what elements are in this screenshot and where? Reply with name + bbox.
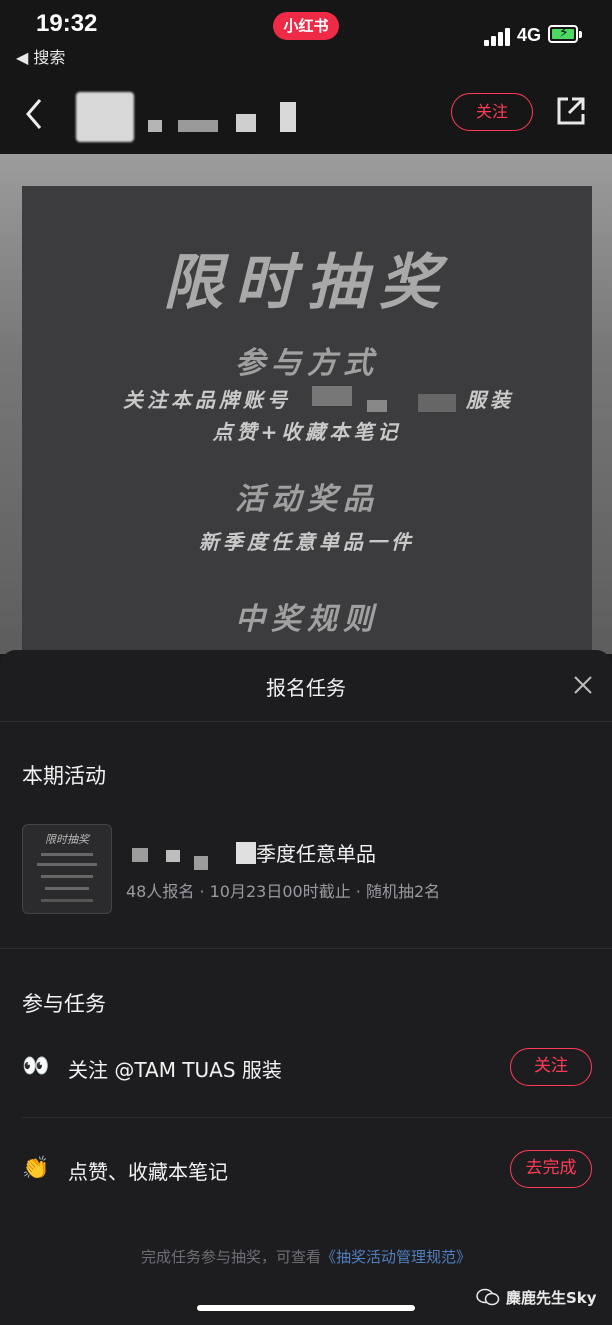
poster-join-line2: 点赞+收藏本笔记: [212, 420, 402, 444]
back-to-app-link[interactable]: ◀ 搜索: [16, 44, 65, 68]
poster-title: 限时抽奖: [163, 248, 451, 318]
wechat-icon: [476, 1288, 500, 1306]
task-row-follow: 👀 关注 @TAM TUAS 服装 关注: [22, 1048, 592, 1088]
thumbnail-title: 限时抽奖: [45, 833, 89, 846]
task-follow-button[interactable]: 关注: [510, 1048, 592, 1086]
battery-tip: [579, 31, 582, 38]
network-type: 4G: [517, 25, 542, 45]
share-icon[interactable]: [554, 94, 588, 128]
activity-title-blurred: [132, 848, 148, 862]
battery-icon: ⚡: [548, 25, 578, 43]
author-name-blurred-4: [280, 102, 296, 132]
task-complete-button[interactable]: 去完成: [510, 1150, 592, 1188]
poster-blurred-brand: [312, 386, 352, 406]
activity-title-blurred-3: [194, 856, 208, 870]
lottery-rules-link[interactable]: 《抽奖活动管理规范》: [321, 1248, 471, 1266]
activity-meta: 48人报名 · 10月23日00时截止 · 随机抽2名: [126, 882, 441, 901]
post-image[interactable]: 限时抽奖 参与方式 关注本品牌账号 服装 点赞+收藏本笔记 活动奖品 新季度任意…: [0, 154, 612, 654]
chevron-left-icon[interactable]: [20, 94, 50, 134]
poster-join-heading: 参与方式: [235, 346, 379, 381]
clapping-hands-icon: 👏: [22, 1156, 50, 1181]
app-badge: 小红书: [273, 12, 339, 40]
task-label: 点赞、收藏本笔记: [68, 1160, 228, 1184]
status-bar: 19:32 ◀ 搜索 小红书 4G ⚡: [0, 0, 612, 80]
poster-prize-heading: 活动奖品: [235, 482, 379, 517]
author-name-blurred[interactable]: [148, 120, 162, 132]
eyes-icon: 👀: [22, 1054, 50, 1079]
signup-task-sheet: 报名任务 本期活动 限时抽奖 季度任意单品 48人报名 · 10月23日00时截…: [0, 650, 612, 1325]
home-indicator[interactable]: [197, 1305, 415, 1311]
divider: [22, 1117, 612, 1118]
task-row-like-collect: 👏 点赞、收藏本笔记 去完成: [22, 1150, 592, 1190]
poster-blurred-brand-2: [367, 400, 387, 412]
activity-title-blurred-4: [236, 842, 256, 864]
poster-prize-text: 新季度任意单品一件: [199, 530, 415, 554]
clock: 19:32: [36, 10, 98, 37]
current-activity-heading: 本期活动: [22, 764, 106, 788]
author-name-blurred-3: [236, 114, 256, 132]
divider: [0, 948, 612, 949]
divider: [0, 721, 612, 722]
activity-thumbnail[interactable]: 限时抽奖: [22, 824, 112, 914]
poster-rule-heading: 中奖规则: [235, 602, 379, 637]
poster-join-line1-end: 服装: [466, 388, 514, 412]
watermark: 麋鹿先生Sky: [506, 1289, 597, 1307]
close-icon[interactable]: [572, 674, 594, 696]
sheet-title: 报名任务: [266, 676, 346, 700]
footer-note-text: 完成任务参与抽奖，可查看: [140, 1248, 321, 1266]
tasks-heading: 参与任务: [22, 992, 106, 1016]
lottery-poster: 限时抽奖 参与方式 关注本品牌账号 服装 点赞+收藏本笔记 活动奖品 新季度任意…: [22, 186, 592, 654]
footer-note: 完成任务参与抽奖，可查看《抽奖活动管理规范》: [0, 1246, 612, 1267]
signal-icon: [484, 26, 510, 46]
author-name-blurred-2: [178, 120, 218, 132]
author-avatar-blurred[interactable]: [76, 92, 134, 142]
activity-title[interactable]: 季度任意单品: [256, 838, 376, 867]
poster-blurred-brand-3: [418, 394, 456, 412]
activity-title-blurred-2: [166, 850, 180, 862]
follow-button[interactable]: 关注: [451, 93, 533, 131]
nav-bar: 关注: [0, 80, 612, 154]
task-label: 关注 @TAM TUAS 服装: [68, 1058, 282, 1082]
